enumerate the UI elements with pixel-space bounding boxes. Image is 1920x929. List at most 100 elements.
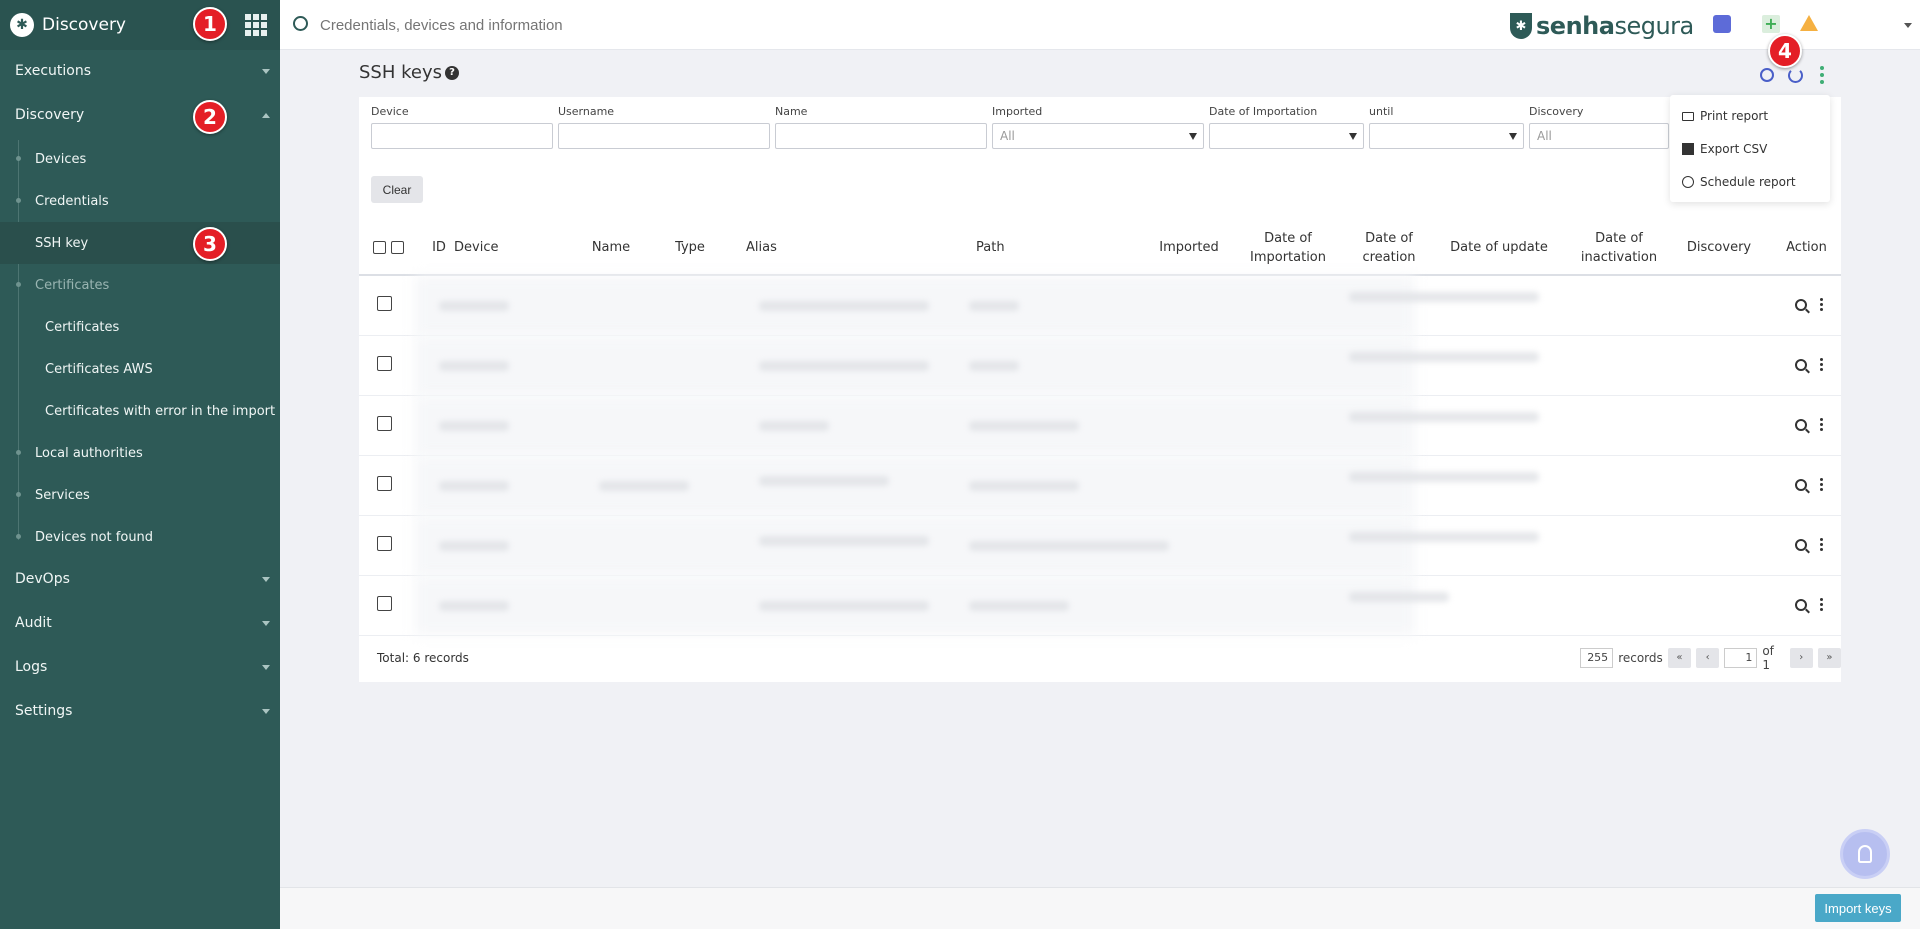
sidebar-item-devices-not-found[interactable]: Devices not found bbox=[0, 516, 280, 558]
imported-filter-value: All bbox=[1000, 129, 1015, 143]
column-date-inactivation[interactable]: Date of inactivation bbox=[1569, 221, 1669, 276]
step-marker-4: 4 bbox=[1768, 34, 1802, 68]
row-checkbox[interactable] bbox=[377, 416, 392, 431]
row-checkbox[interactable] bbox=[377, 596, 392, 611]
sidebar-item-settings[interactable]: Settings bbox=[0, 690, 280, 732]
last-page-button[interactable]: » bbox=[1817, 648, 1841, 668]
date-import-from-select[interactable] bbox=[1209, 123, 1364, 149]
column-alias[interactable]: Alias bbox=[746, 221, 826, 276]
row-more-icon[interactable] bbox=[1820, 418, 1823, 432]
discovery-filter-select[interactable]: All bbox=[1529, 123, 1669, 149]
sidebar-item-discovery[interactable]: Discovery bbox=[0, 94, 280, 136]
table-row[interactable] bbox=[359, 276, 1841, 336]
date-import-until-select[interactable] bbox=[1369, 123, 1524, 149]
first-page-button[interactable]: « bbox=[1667, 648, 1691, 668]
check-all-icon[interactable] bbox=[391, 241, 404, 254]
prev-page-button[interactable]: ‹ bbox=[1695, 648, 1720, 668]
column-date-importation[interactable]: Date of Importation bbox=[1238, 221, 1338, 276]
blurred-cell bbox=[439, 361, 509, 371]
blurred-cell bbox=[1349, 592, 1449, 602]
warning-icon[interactable] bbox=[1800, 15, 1818, 31]
sidebar-item-devices[interactable]: Devices bbox=[0, 138, 280, 180]
sidebar-item-logs[interactable]: Logs bbox=[0, 646, 280, 688]
table-row[interactable] bbox=[359, 336, 1841, 396]
export-csv-menu-item[interactable]: Export CSV bbox=[1682, 142, 1767, 156]
sidebar-item-audit[interactable]: Audit bbox=[0, 602, 280, 644]
schedule-report-menu-item[interactable]: Schedule report bbox=[1682, 175, 1796, 189]
column-discovery[interactable]: Discovery bbox=[1674, 221, 1764, 276]
sidebar-item-label: Audit bbox=[15, 615, 52, 631]
row-checkbox[interactable] bbox=[377, 296, 392, 311]
next-page-button[interactable]: › bbox=[1789, 648, 1813, 668]
username-filter-input[interactable] bbox=[558, 123, 770, 149]
table-row[interactable] bbox=[359, 396, 1841, 456]
row-more-icon[interactable] bbox=[1820, 598, 1823, 612]
view-search-icon[interactable] bbox=[1795, 419, 1807, 431]
blurred-cell bbox=[439, 601, 509, 611]
sidebar-item-certificates-group[interactable]: Certificates bbox=[0, 264, 280, 306]
user-menu-chevron-icon[interactable] bbox=[1904, 23, 1912, 28]
chevron-down-icon bbox=[262, 709, 270, 714]
view-search-icon[interactable] bbox=[1795, 299, 1807, 311]
print-report-menu-item[interactable]: Print report bbox=[1682, 109, 1768, 123]
column-name[interactable]: Name bbox=[581, 221, 641, 276]
sidebar-item-certificates-error[interactable]: Certificates with error in the import bbox=[0, 390, 280, 432]
row-checkbox[interactable] bbox=[377, 476, 392, 491]
device-filter-input[interactable] bbox=[371, 123, 553, 149]
view-search-icon[interactable] bbox=[1795, 359, 1807, 371]
imported-filter-select[interactable]: All bbox=[992, 123, 1204, 149]
sidebar-item-certificates-aws[interactable]: Certificates AWS bbox=[0, 348, 280, 390]
sidebar-item-credentials[interactable]: Credentials bbox=[0, 180, 280, 222]
sidebar-item-executions[interactable]: Executions bbox=[0, 50, 280, 92]
sidebar-item-local-authorities[interactable]: Local authorities bbox=[0, 432, 280, 474]
global-search-input[interactable] bbox=[320, 12, 920, 38]
add-icon[interactable]: + bbox=[1762, 15, 1780, 33]
help-icon[interactable]: ? bbox=[445, 66, 459, 80]
view-search-icon[interactable] bbox=[1795, 539, 1807, 551]
page-number-input[interactable]: 1 bbox=[1724, 648, 1758, 668]
column-imported[interactable]: Imported bbox=[1149, 221, 1229, 276]
apps-grid-icon[interactable] bbox=[245, 14, 267, 36]
table-row[interactable] bbox=[359, 516, 1841, 576]
step-marker-2: 2 bbox=[193, 100, 227, 134]
table-row[interactable] bbox=[359, 576, 1841, 636]
sidebar-item-devops[interactable]: DevOps bbox=[0, 558, 280, 600]
brand-logo: ✱ senhasegura bbox=[1510, 12, 1694, 40]
column-path[interactable]: Path bbox=[976, 221, 1056, 276]
sidebar-item-ssh-key[interactable]: SSH key bbox=[0, 222, 280, 264]
sidebar: ✱ Discovery Executions Discovery Devices… bbox=[0, 0, 280, 929]
sidebar-item-services[interactable]: Services bbox=[0, 474, 280, 516]
row-more-icon[interactable] bbox=[1820, 298, 1823, 312]
row-checkbox[interactable] bbox=[377, 536, 392, 551]
table-row[interactable] bbox=[359, 456, 1841, 516]
refresh-icon[interactable] bbox=[1788, 68, 1803, 83]
select-all-checkbox[interactable] bbox=[373, 241, 386, 254]
sidebar-item-certificates[interactable]: Certificates bbox=[0, 306, 280, 348]
name-filter-input[interactable] bbox=[775, 123, 987, 149]
chevron-down-icon bbox=[262, 665, 270, 670]
import-keys-button[interactable]: Import keys bbox=[1815, 894, 1901, 922]
sidebar-item-label: Credentials bbox=[35, 193, 109, 209]
sidebar-item-label: Local authorities bbox=[35, 445, 143, 461]
clear-button[interactable]: Clear bbox=[371, 176, 423, 203]
until-filter-label: until bbox=[1369, 105, 1394, 118]
view-search-icon[interactable] bbox=[1795, 599, 1807, 611]
column-id[interactable]: ID bbox=[429, 221, 449, 276]
circle-icon[interactable] bbox=[1760, 68, 1774, 82]
column-date-update[interactable]: Date of update bbox=[1444, 221, 1554, 276]
blurred-cell bbox=[599, 481, 689, 491]
more-options-icon[interactable] bbox=[1820, 66, 1824, 84]
row-more-icon[interactable] bbox=[1820, 538, 1823, 552]
row-more-icon[interactable] bbox=[1820, 478, 1823, 492]
row-checkbox[interactable] bbox=[377, 356, 392, 371]
view-search-icon[interactable] bbox=[1795, 479, 1807, 491]
lightbulb-help-icon[interactable] bbox=[1840, 829, 1890, 879]
home-icon[interactable] bbox=[1713, 15, 1731, 33]
blurred-cell bbox=[439, 301, 509, 311]
per-page-input[interactable]: 255 bbox=[1580, 648, 1614, 668]
column-date-creation[interactable]: Date of creation bbox=[1349, 221, 1429, 276]
column-type[interactable]: Type bbox=[665, 221, 715, 276]
row-more-icon[interactable] bbox=[1820, 358, 1823, 372]
blurred-cell bbox=[969, 421, 1079, 431]
column-device[interactable]: Device bbox=[454, 221, 544, 276]
